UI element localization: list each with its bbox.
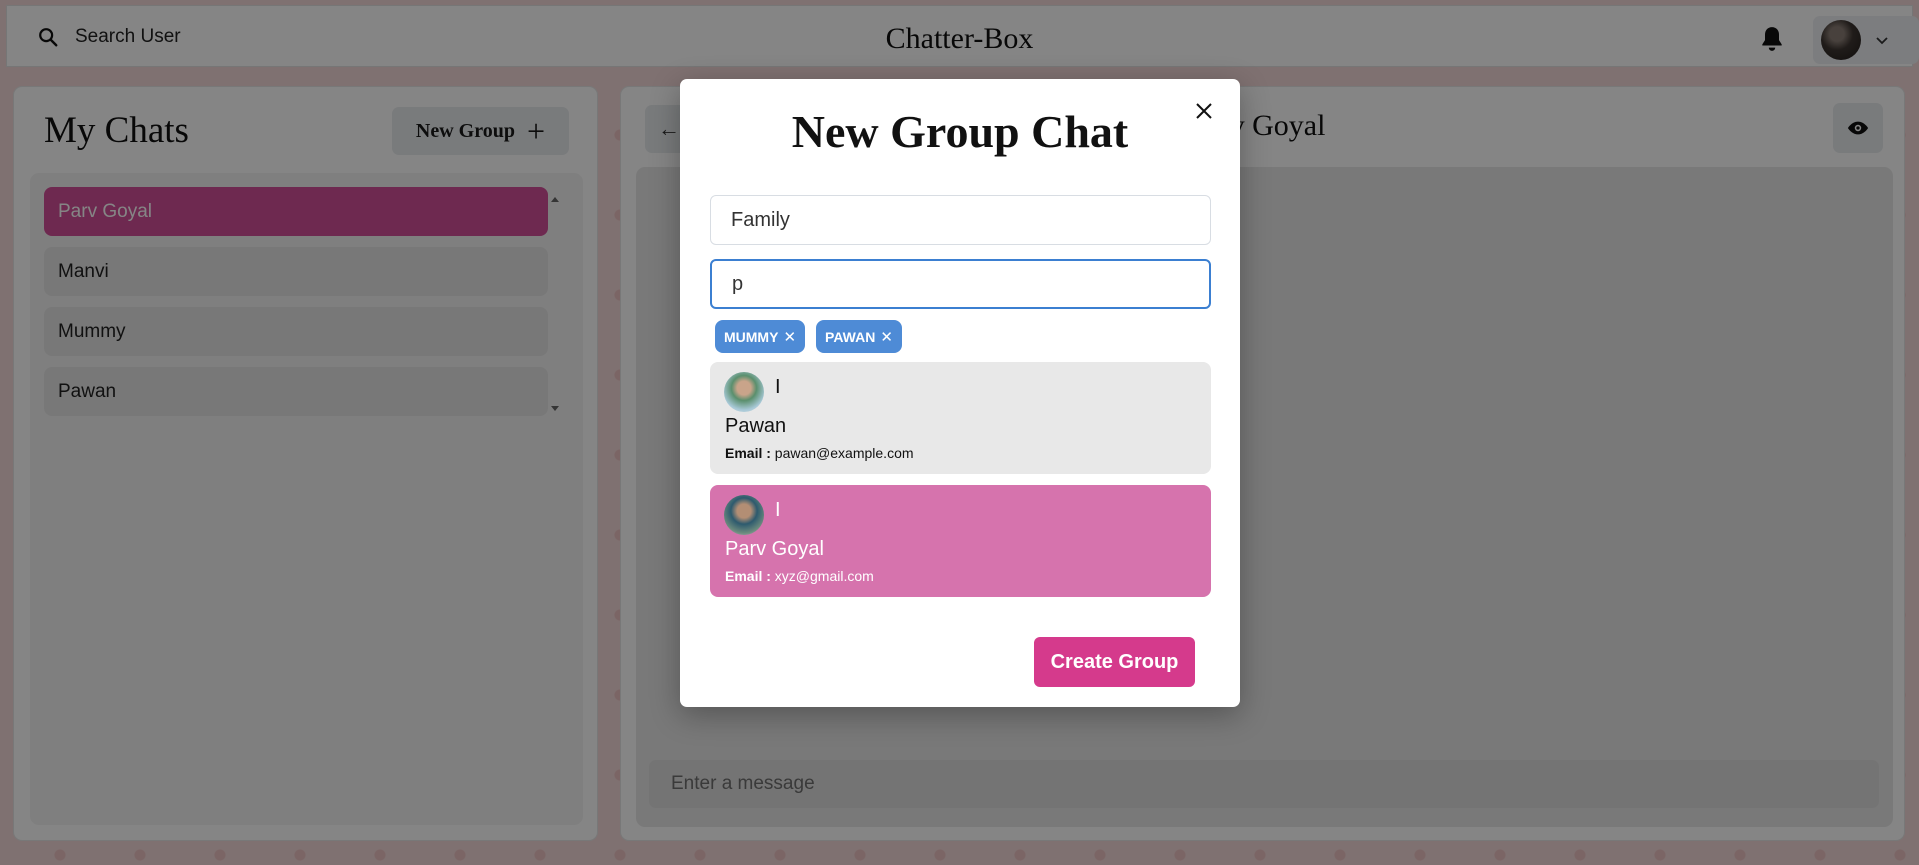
remove-chip-icon[interactable]: ✕	[880, 328, 893, 346]
chip-label: PAWAN	[825, 328, 876, 345]
user-chip: PAWAN ✕	[816, 320, 902, 353]
email-label: Email :	[725, 568, 771, 584]
user-result-item[interactable]: I Pawan Email : pawan@example.com	[710, 362, 1211, 474]
create-group-button[interactable]: Create Group	[1034, 637, 1195, 687]
close-button[interactable]	[1191, 98, 1217, 124]
user-name: Parv Goyal	[725, 538, 824, 560]
user-avatar	[724, 372, 764, 412]
group-name-input[interactable]	[710, 195, 1211, 245]
user-name: Pawan	[725, 415, 787, 437]
add-users-input[interactable]	[710, 259, 1211, 309]
modal-title: New Group Chat	[791, 106, 1129, 157]
email-value: pawan@example.com	[774, 445, 914, 461]
selected-users: MUMMY ✕ PAWAN ✕	[715, 320, 902, 353]
user-avatar	[724, 495, 764, 535]
user-email: Email : pawan@example.com	[725, 445, 914, 461]
user-initial: I	[775, 376, 781, 398]
chip-label: MUMMY	[724, 328, 779, 345]
user-result-item[interactable]: I Parv Goyal Email : xyz@gmail.com	[710, 485, 1211, 597]
remove-chip-icon[interactable]: ✕	[783, 328, 796, 346]
close-icon	[1196, 103, 1212, 119]
user-email: Email : xyz@gmail.com	[725, 568, 874, 584]
new-group-modal: New Group Chat MUMMY ✕ PAWAN ✕ I Pawan E…	[680, 79, 1240, 707]
user-chip: MUMMY ✕	[715, 320, 806, 353]
user-initial: I	[775, 499, 781, 521]
email-value: xyz@gmail.com	[774, 568, 874, 584]
email-label: Email :	[725, 445, 771, 461]
